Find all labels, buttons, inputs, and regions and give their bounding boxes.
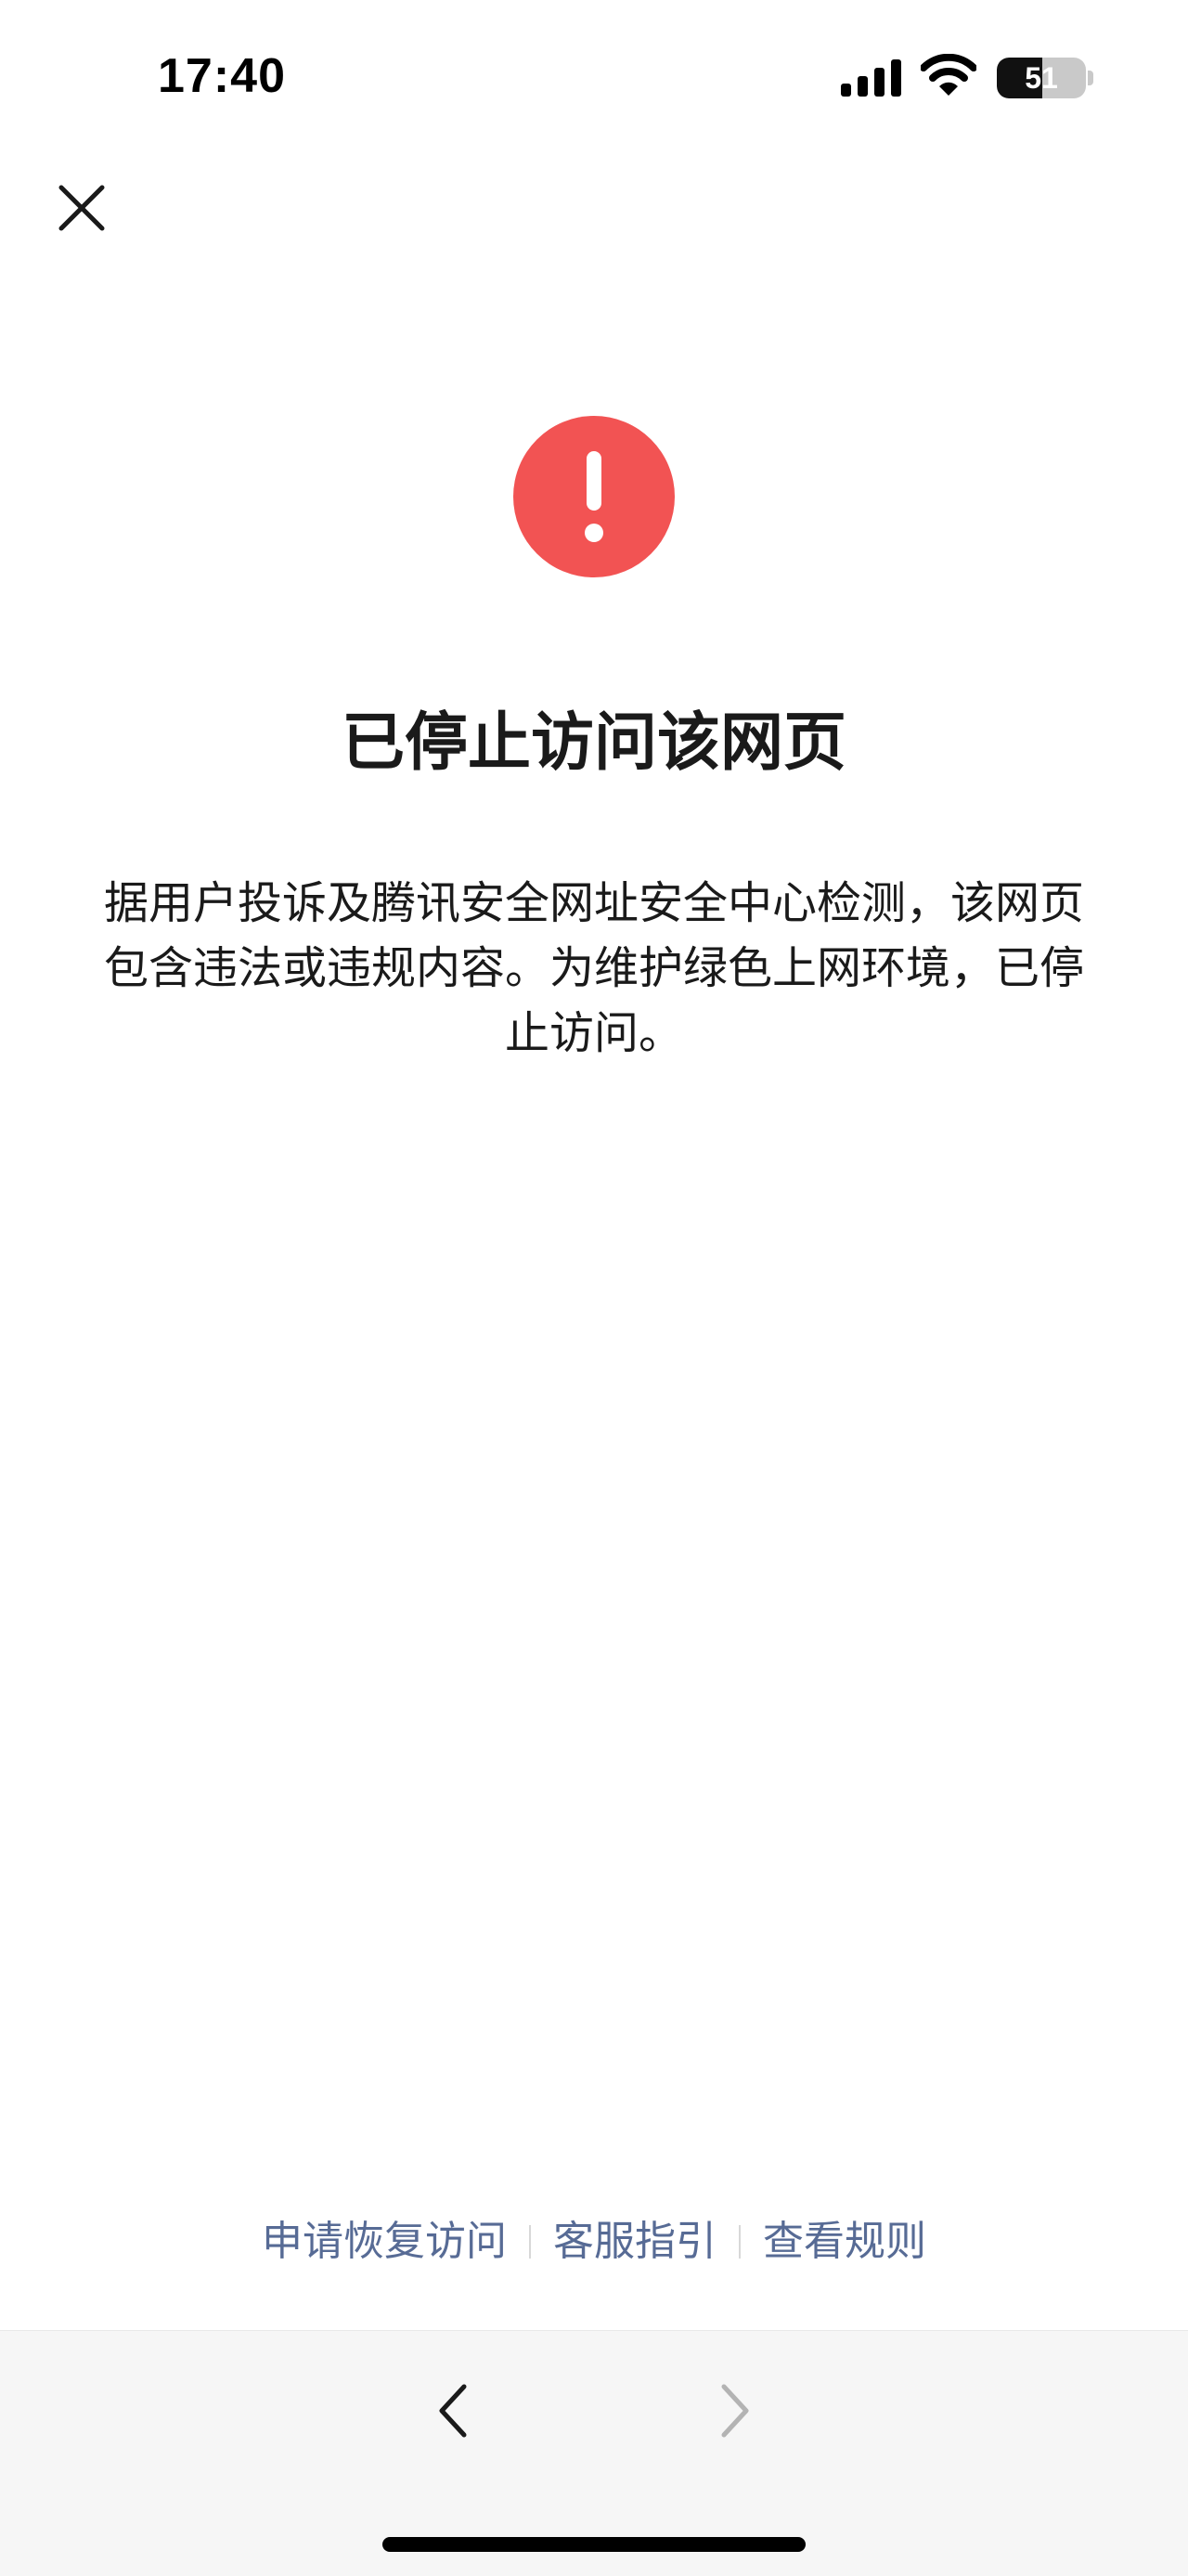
back-button[interactable] — [429, 2381, 481, 2444]
battery-level-text: 51 — [1025, 61, 1058, 95]
exclamation-circle-icon — [585, 451, 603, 542]
link-divider — [739, 2225, 741, 2259]
battery-indicator: 51 — [997, 58, 1086, 98]
link-divider — [529, 2225, 531, 2259]
home-indicator[interactable] — [382, 2537, 806, 2552]
chevron-left-icon — [439, 2384, 467, 2438]
battery-cap — [1088, 71, 1093, 85]
footer-links: 申请恢复访问 客服指引 查看规则 — [0, 2207, 1188, 2267]
close-button[interactable] — [52, 178, 111, 238]
chevron-right-icon — [721, 2384, 749, 2438]
wifi-icon — [921, 54, 976, 96]
status-time: 17:40 — [158, 49, 286, 103]
status-bar: 17:40 51 — [0, 0, 1188, 158]
forward-button[interactable] — [707, 2381, 759, 2444]
alert-badge — [513, 416, 675, 577]
appeal-access-link[interactable]: 申请恢复访问 — [262, 2218, 507, 2265]
customer-service-link[interactable]: 客服指引 — [553, 2218, 717, 2265]
blocked-message: 据用户投诉及腾讯安全网址安全中心检测，该网页包含违法或违规内容。为维护绿色上网环… — [103, 877, 1084, 1059]
browser-toolbar — [0, 2330, 1188, 2576]
page-title: 已停止访问该网页 — [341, 706, 846, 780]
view-rules-link[interactable]: 查看规则 — [763, 2218, 926, 2265]
cellular-signal-icon — [841, 59, 901, 97]
close-icon — [58, 185, 105, 231]
